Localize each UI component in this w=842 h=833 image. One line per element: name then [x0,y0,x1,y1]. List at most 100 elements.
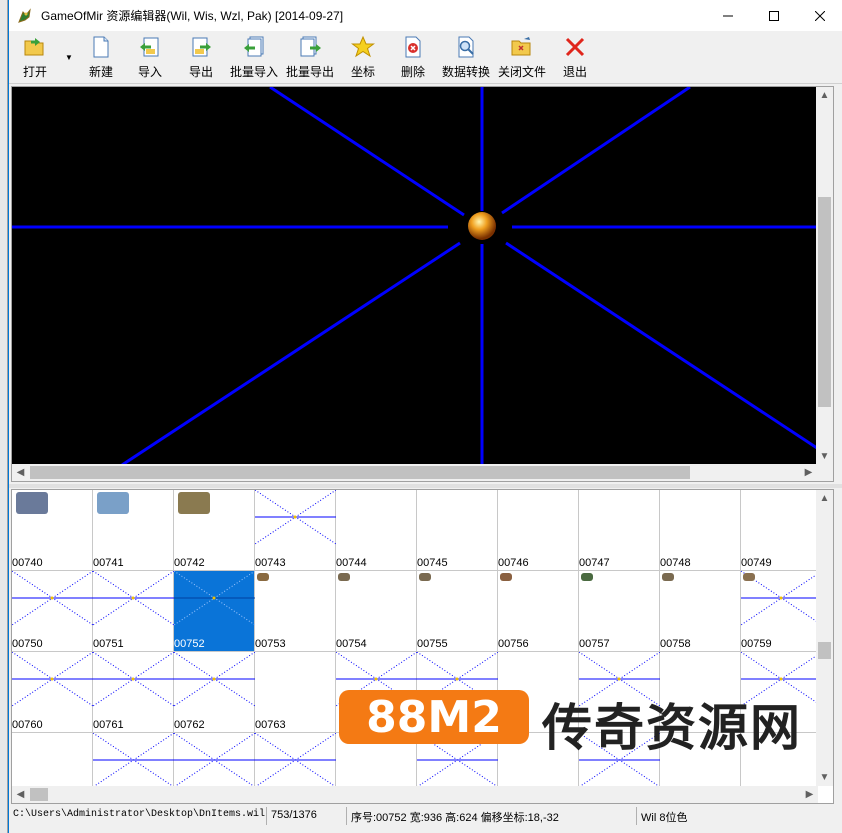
thumbnail-cell[interactable]: 00743 [255,490,336,571]
new-button[interactable]: 新建 [89,35,113,81]
minimize-button[interactable] [705,0,751,31]
grid-hscroll-thumb[interactable] [30,788,48,801]
thumbnail-cell[interactable]: 00748 [660,490,741,571]
gold-orb-sprite [468,212,496,240]
thumbnail-cell[interactable]: 00744 [336,490,417,571]
grid-horizontal-scrollbar[interactable]: ◀ ▶ [12,786,818,803]
preview-canvas[interactable] [12,87,817,465]
thumbnail-label: 00756 [498,638,529,650]
thumbnail-cell[interactable]: 00740 [12,490,93,571]
thumbnail-cell[interactable]: 00746 [498,490,579,571]
exit-label: 退出 [563,65,588,79]
open-dropdown-arrow[interactable]: ▼ [65,53,73,62]
grid-vscroll-thumb[interactable] [818,642,831,659]
thumbnail-cell[interactable]: 00745 [417,490,498,571]
scroll-right-icon[interactable]: ▶ [800,464,817,481]
thumbnail-cell[interactable]: 00753 [255,571,336,652]
scroll-down-icon[interactable]: ▼ [816,448,833,465]
thumbnail-label: 00741 [93,557,124,569]
open-folder-icon [24,38,44,56]
new-label: 新建 [89,65,114,79]
thumbnail-label: 00745 [417,557,448,569]
panel-splitter[interactable] [9,484,842,488]
grid-scroll-right-icon[interactable]: ▶ [801,786,818,803]
thumbnail-cell[interactable]: 00742 [174,490,255,571]
delete-button[interactable]: 删除 [401,35,425,81]
thumbnail-cell[interactable]: 00752 [174,571,255,652]
scroll-left-icon[interactable]: ◀ [12,464,29,481]
status-image-info: 序号:00752 宽:936 高:624 偏移坐标:18,-32 [347,807,637,825]
grid-scroll-down-icon[interactable]: ▼ [816,769,833,786]
thumbnail-label: 00747 [579,557,610,569]
thumbnail-cell[interactable]: 00741 [93,490,174,571]
thumbnail-label: 00760 [12,719,43,731]
preview-hscroll-thumb[interactable] [30,466,690,479]
thumbnail-cell[interactable]: 00760 [12,652,93,733]
convert-button[interactable]: 数据转换 [442,35,490,81]
maximize-icon [769,10,779,21]
thumbnail-cell[interactable]: 00755 [417,571,498,652]
batch-export-button[interactable]: 批量导出 [286,35,334,81]
thumbnail-cell[interactable] [12,733,93,786]
app-window: GameOfMir 资源编辑器(Wil, Wis, Wzl, Pak) [201… [8,0,842,833]
star-icon [351,35,375,58]
batch-import-button[interactable]: 批量导入 [230,35,278,81]
thumbnail-cell[interactable]: 00763 [255,652,336,733]
thumbnail-cell[interactable]: 00759 [741,571,818,652]
thumbnail-cell[interactable]: 00756 [498,571,579,652]
thumbnail-cell[interactable]: 00749 [741,490,818,571]
thumbnail-cell[interactable]: 00747 [579,490,660,571]
preview-horizontal-scrollbar[interactable]: ◀ ▶ [12,464,817,481]
close-file-button[interactable]: 关闭文件 [498,35,546,81]
thumbnail-cell[interactable] [93,733,174,786]
grid-scroll-up-icon[interactable]: ▲ [816,490,833,507]
thumbnail-cell[interactable]: 00751 [93,571,174,652]
open-button[interactable]: 打开 [23,35,47,81]
thumbnail-label: 00755 [417,638,448,650]
thumbnail-cell[interactable]: 00758 [660,571,741,652]
thumbnail-label: 00749 [741,557,772,569]
import-button[interactable]: 导入 [138,35,162,81]
thumbnail-cell[interactable]: 00757 [579,571,660,652]
thumbnail-cell[interactable]: 00754 [336,571,417,652]
image-preview-panel: ▲ ▼ ◀ ▶ [11,86,834,482]
close-icon [815,10,825,21]
thumbnail-label: 00748 [660,557,691,569]
thumbnail-cell[interactable]: 00750 [12,571,93,652]
item-sprite-icon [338,573,350,581]
maximize-button[interactable] [751,0,797,31]
item-sprite-icon [743,573,755,581]
thumbnail-label: 00751 [93,638,124,650]
item-sprite-icon [581,573,593,581]
preview-vscroll-thumb[interactable] [818,197,831,407]
thumbnail-cell[interactable] [174,733,255,786]
delete-label: 删除 [401,65,426,79]
exit-icon [565,37,585,57]
placeholder-cross-lines [93,733,174,786]
close-button[interactable] [797,0,842,31]
scroll-up-icon[interactable]: ▲ [816,87,833,104]
batch-import-icon [244,36,264,57]
item-sprite-icon [662,573,674,581]
item-sprite-icon [16,492,48,514]
coordinate-label: 坐标 [351,65,376,79]
thumbnail-label: 00743 [255,557,286,569]
watermark-text: 传奇资源网 [542,699,802,757]
placeholder-cross-lines [255,733,336,786]
exit-button[interactable]: 退出 [563,35,587,81]
thumbnail-cell[interactable] [255,733,336,786]
preview-vertical-scrollbar[interactable]: ▲ ▼ [816,87,833,465]
background-window-edge [0,0,8,833]
new-file-icon [93,36,109,58]
thumbnail-cell[interactable]: 00761 [93,652,174,733]
minimize-icon [723,15,733,16]
batch-import-label: 批量导入 [230,65,279,79]
export-button[interactable]: 导出 [189,35,213,81]
thumbnail-label: 00763 [255,719,286,731]
thumbnail-cell[interactable]: 00762 [174,652,255,733]
coordinate-button[interactable]: 坐标 [351,35,375,81]
thumbnail-label: 00757 [579,638,610,650]
export-icon [192,37,211,57]
grid-scroll-left-icon[interactable]: ◀ [12,786,29,803]
toolbar: 打开 ▼ 新建 导入 导出 批量导入 批量导出 坐标 删除 数据转换 关闭文件 … [9,31,842,84]
